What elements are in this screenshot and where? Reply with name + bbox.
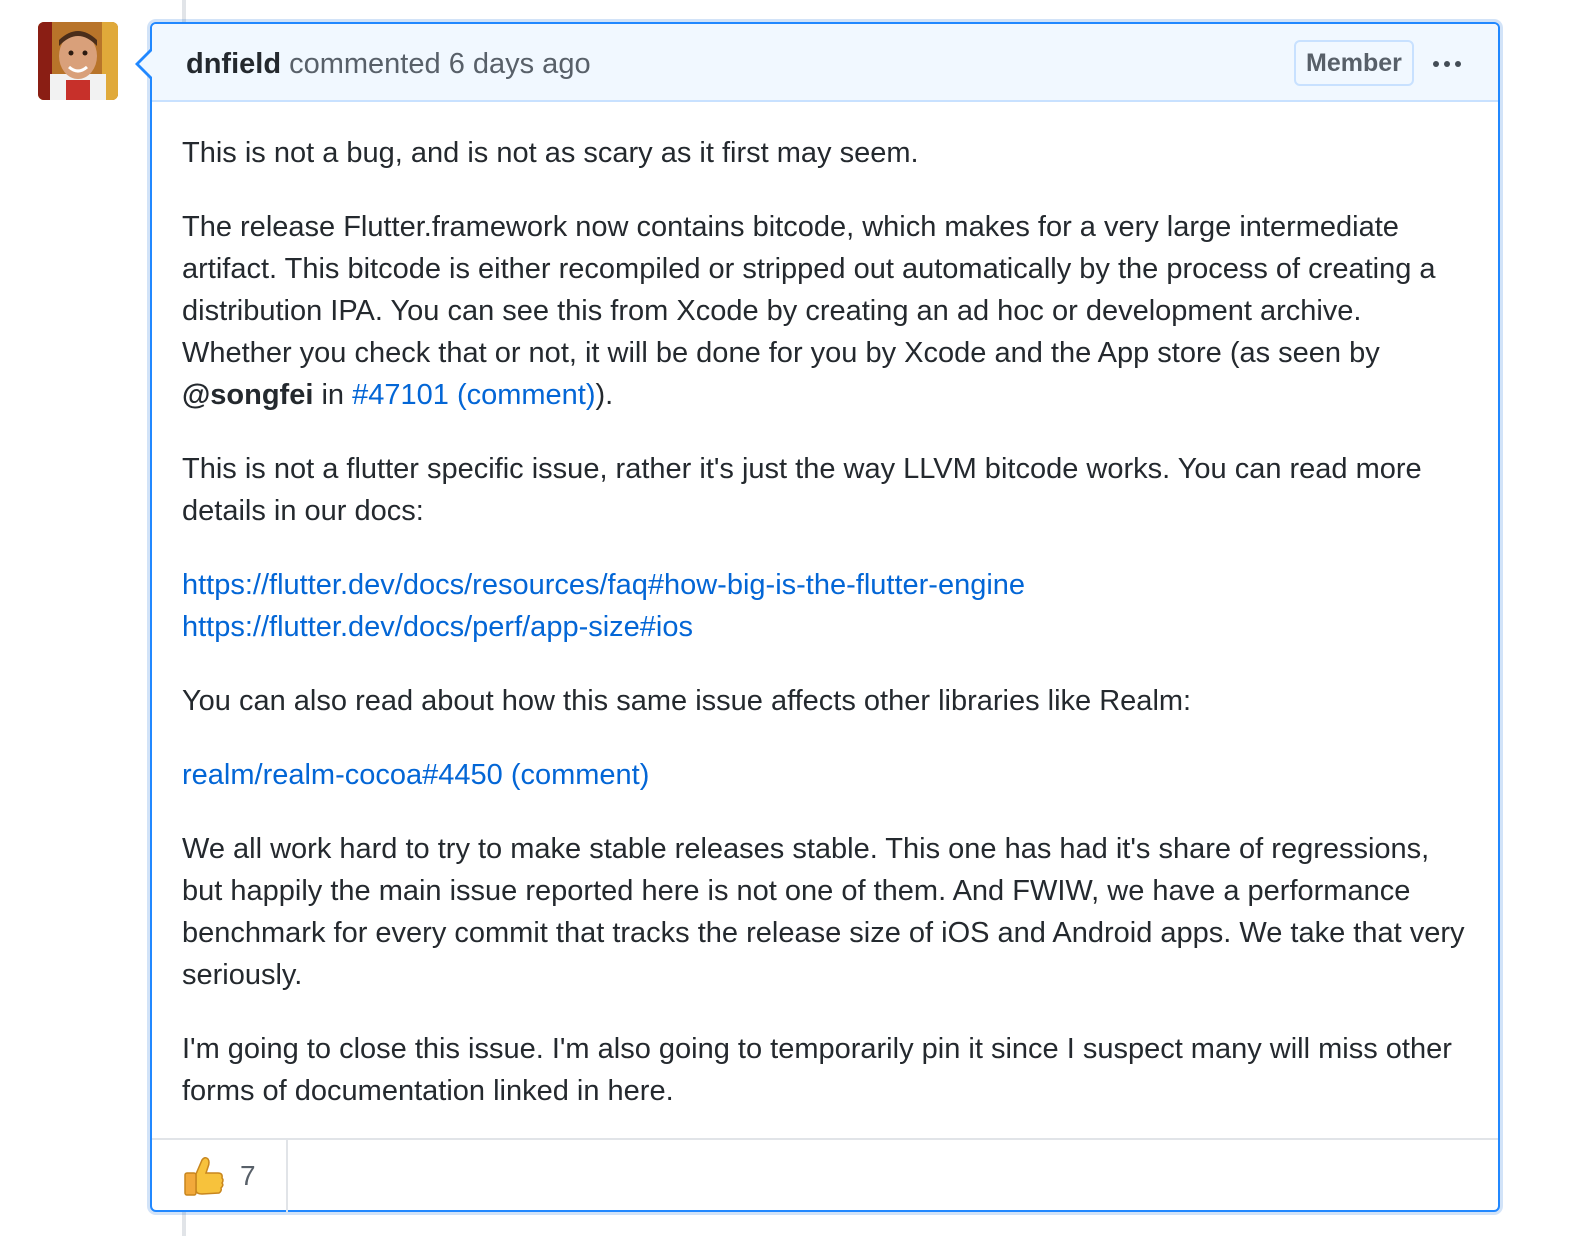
comment-action: commented — [289, 48, 441, 80]
app-size-link[interactable]: https://flutter.dev/docs/perf/app-size#i… — [182, 611, 693, 643]
paragraph-2: The release Flutter.framework now contai… — [182, 211, 1436, 411]
reaction-count: 7 — [240, 1160, 256, 1191]
faq-link[interactable]: https://flutter.dev/docs/resources/faq#h… — [182, 569, 1025, 601]
comment-timestamp[interactable]: 6 days ago — [449, 48, 591, 80]
avatar[interactable] — [38, 22, 118, 100]
mention-songfei[interactable]: @songfei — [182, 379, 313, 411]
thumbs-up-icon — [184, 1156, 224, 1196]
reaction-thumbs-up-button[interactable]: 7 — [152, 1140, 288, 1212]
paragraph-4: You can also read about how this same is… — [182, 685, 1192, 717]
issue-link[interactable]: #47101 — [352, 379, 449, 411]
paragraph-1: This is not a bug, and is not as scary a… — [182, 137, 919, 169]
realm-paragraph: realm/realm-cocoa#4450 (comment) — [182, 754, 1472, 796]
paragraph-3: This is not a flutter specific issue, ra… — [182, 453, 1422, 527]
reactions-bar: 7 — [152, 1138, 1498, 1212]
comment-header-text: dnfield commented 6 days ago — [186, 44, 591, 84]
realm-link[interactable]: realm/realm-cocoa#4450 (comment) — [182, 759, 649, 791]
paragraph-5: We all work hard to try to make stable r… — [182, 833, 1465, 991]
comment-box: dnfield commented 6 days ago Member This… — [135, 22, 1500, 1212]
avatar-image — [38, 22, 118, 100]
comment-header: dnfield commented 6 days ago Member — [152, 24, 1498, 102]
member-badge: Member — [1294, 40, 1414, 86]
comment-body: This is not a bug, and is not as scary a… — [182, 132, 1472, 1144]
author-link[interactable]: dnfield — [186, 48, 281, 80]
issue-comment-link[interactable]: (comment) — [457, 379, 596, 411]
paragraph-6: I'm going to close this issue. I'm also … — [182, 1033, 1452, 1107]
kebab-horizontal-icon[interactable] — [1422, 44, 1472, 84]
docs-links: https://flutter.dev/docs/resources/faq#h… — [182, 564, 1472, 648]
